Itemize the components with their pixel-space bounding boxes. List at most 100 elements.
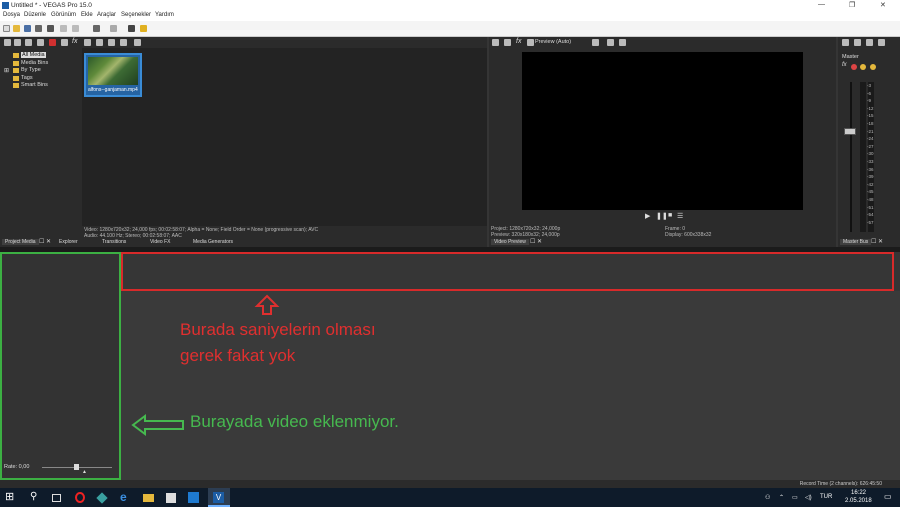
automation-icon[interactable]	[870, 64, 876, 70]
get-media-icon[interactable]	[25, 39, 32, 46]
close-button[interactable]: ✕	[880, 1, 886, 9]
edge-icon[interactable]: e	[120, 490, 133, 504]
tab-project-media[interactable]: Project Media	[2, 239, 39, 245]
timeline-ruler[interactable]	[121, 252, 894, 291]
db-scale-label: -24	[867, 136, 874, 142]
solo-icon[interactable]	[860, 64, 866, 70]
menu-icon[interactable]: ☰	[677, 212, 683, 220]
media-thumbnail[interactable]: alfons--ganjaman.mp4	[84, 53, 142, 97]
db-scale-label: -15	[867, 113, 874, 119]
external-monitor-icon[interactable]	[504, 39, 511, 46]
tab-close-icon[interactable]: ☐ ✕	[39, 238, 51, 245]
mixer-settings-icon[interactable]	[842, 39, 849, 46]
db-scale-label: -33	[867, 159, 874, 164]
tab-video-fx[interactable]: Video FX	[150, 239, 170, 245]
settings-icon[interactable]	[47, 25, 54, 32]
rate-slider-handle[interactable]	[74, 464, 79, 470]
tab-master-bus[interactable]: Master Bus	[840, 239, 872, 245]
redo-icon[interactable]	[110, 25, 117, 32]
search-icon[interactable]: ⚲	[30, 491, 43, 504]
vegas-taskbar-button[interactable]: V	[208, 488, 230, 507]
overlays-icon[interactable]	[592, 39, 599, 46]
properties-icon[interactable]	[35, 25, 42, 32]
play-icon[interactable]: ▶	[645, 212, 650, 220]
rate-label: Rate: 0,00	[4, 464, 30, 470]
expand-icon[interactable]: ⊞	[4, 67, 9, 74]
volume-icon[interactable]: ◁)	[805, 494, 812, 501]
app-icon-blue[interactable]	[188, 492, 199, 503]
save-icon[interactable]	[24, 25, 31, 32]
language-indicator[interactable]: TUR	[820, 494, 832, 500]
media-fx-icon[interactable]	[61, 39, 68, 46]
copy-icon[interactable]	[72, 25, 79, 32]
stop-icon[interactable]: ■	[668, 212, 672, 219]
open-icon[interactable]	[13, 25, 20, 32]
menu-file[interactable]: Dosya	[3, 12, 20, 18]
windows-start-icon[interactable]: ⊞	[5, 490, 18, 503]
menu-options[interactable]: Seçenekler	[121, 12, 151, 18]
clock-date[interactable]: 2.05.2018	[845, 498, 872, 504]
master-fx-icon[interactable]: fx	[842, 62, 847, 68]
search-icon[interactable]	[134, 39, 141, 46]
task-view-icon[interactable]	[52, 494, 61, 502]
notification-icon[interactable]: ▭	[884, 492, 892, 501]
network-icon[interactable]: ▭	[792, 494, 798, 501]
play-icon[interactable]	[84, 39, 91, 46]
tab-close-icon[interactable]: ☐ ✕	[530, 238, 542, 245]
downmix-icon[interactable]	[854, 39, 861, 46]
copy-snapshot-icon[interactable]	[607, 39, 614, 46]
tree-item-media-bins[interactable]: Media Bins	[21, 60, 48, 66]
app-icon[interactable]	[96, 492, 108, 504]
tab-media-generators[interactable]: Media Generators	[193, 239, 233, 245]
opera-icon[interactable]	[75, 492, 85, 503]
tab-transitions[interactable]: Transitions	[102, 239, 126, 245]
restore-button[interactable]: ❐	[849, 1, 855, 9]
mute-icon[interactable]	[851, 64, 857, 70]
stop-icon[interactable]	[96, 39, 103, 46]
pause-icon[interactable]: ❚❚	[656, 212, 668, 220]
menu-edit[interactable]: Düzenle	[24, 12, 46, 18]
tab-explorer[interactable]: Explorer	[59, 239, 78, 245]
video-fx-icon[interactable]: fx	[516, 38, 521, 45]
menu-help[interactable]: Yardım	[155, 12, 174, 18]
import-media-icon[interactable]	[4, 39, 11, 46]
tree-item-smart-bins[interactable]: Smart Bins	[21, 82, 48, 88]
save-snapshot-icon[interactable]	[619, 39, 626, 46]
menu-bar: Dosya Düzenle Görünüm Ekle Araçlar Seçen…	[0, 11, 900, 21]
meter-icon[interactable]	[878, 39, 885, 46]
store-icon[interactable]	[166, 493, 176, 503]
menu-insert[interactable]: Ekle	[81, 12, 93, 18]
tree-item-by-type[interactable]: By Type	[21, 67, 41, 73]
db-scale-label: -6	[867, 90, 872, 96]
fx-icon[interactable]: fx	[72, 38, 77, 45]
new-icon[interactable]	[3, 25, 10, 32]
tab-close-icon[interactable]: ☐ ✕	[871, 238, 883, 245]
tab-video-preview[interactable]: Video Preview	[491, 239, 529, 245]
volume-fader[interactable]	[844, 128, 856, 135]
db-scale-label: -9	[867, 98, 872, 104]
capture-icon[interactable]	[14, 39, 21, 46]
track-header-area[interactable]: Rate: 0,00 ▲	[0, 252, 121, 480]
menu-view[interactable]: Görünüm	[51, 12, 76, 18]
edit-tool-icon[interactable]	[128, 25, 135, 32]
rate-marker-icon: ▲	[82, 469, 87, 475]
remove-icon[interactable]	[49, 39, 56, 46]
preview-quality-dropdown[interactable]: Preview (Auto)	[535, 39, 571, 45]
minimize-button[interactable]: —	[818, 1, 825, 8]
file-explorer-icon[interactable]	[143, 494, 154, 502]
views-icon[interactable]	[120, 39, 127, 46]
auto-ripple-icon[interactable]	[140, 25, 147, 32]
dim-icon[interactable]	[866, 39, 873, 46]
split-screen-icon[interactable]	[527, 39, 534, 46]
bin-icon[interactable]	[37, 39, 44, 46]
tray-arrow-icon[interactable]: ⌃	[779, 494, 784, 501]
tree-item-tags[interactable]: Tags	[21, 75, 33, 81]
tree-item-all-media[interactable]: All Media	[21, 52, 46, 58]
auto-preview-icon[interactable]	[108, 39, 115, 46]
undo-icon[interactable]	[93, 25, 100, 32]
preview-settings-icon[interactable]	[492, 39, 499, 46]
cut-icon[interactable]	[60, 25, 67, 32]
clock-time[interactable]: 16:22	[851, 490, 866, 496]
people-icon[interactable]: ⚇	[765, 494, 770, 501]
menu-tools[interactable]: Araçlar	[97, 12, 116, 18]
